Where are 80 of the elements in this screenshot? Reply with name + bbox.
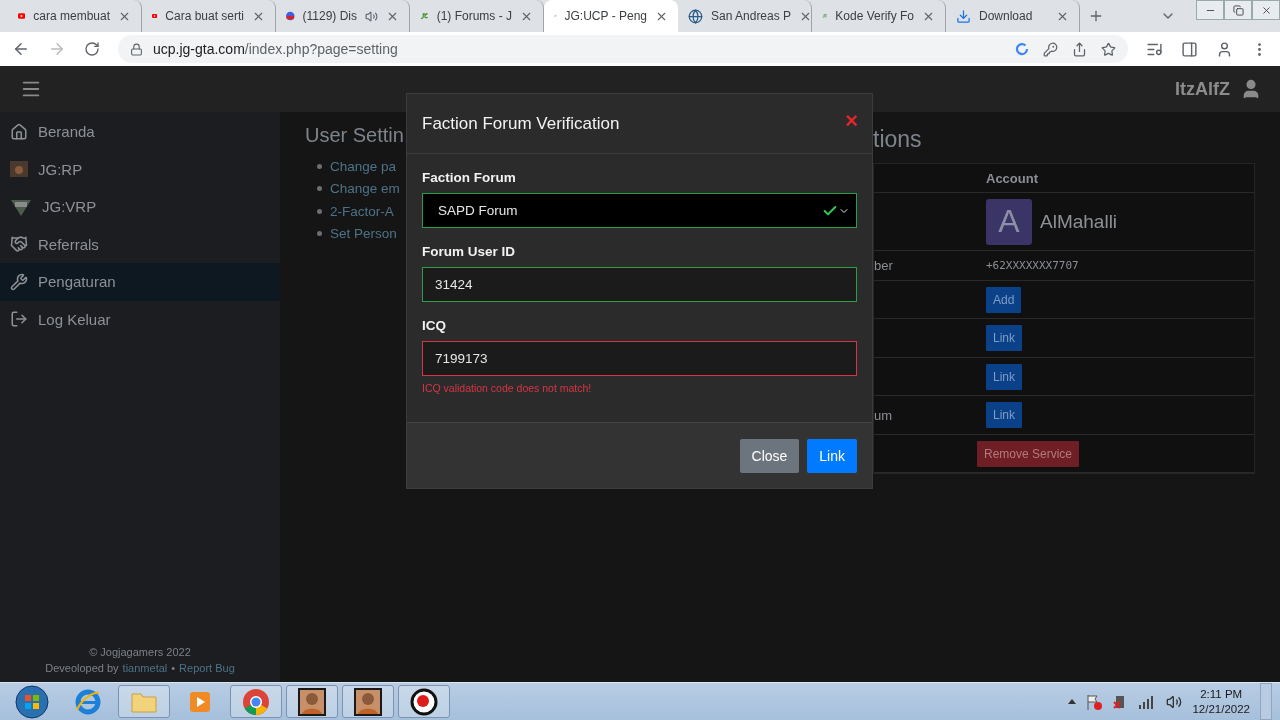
- section-heading: User Settin: [305, 124, 405, 147]
- wrench-icon: [10, 272, 28, 291]
- author-link[interactable]: tianmetal: [122, 662, 168, 674]
- url-host: ucp.jg-gta.com: [153, 41, 245, 57]
- settings-link[interactable]: Change pa: [330, 158, 397, 174]
- restore-icon[interactable]: [1224, 0, 1252, 20]
- sidebar-item[interactable]: Log Keluar: [0, 300, 280, 338]
- record-icon[interactable]: [410, 687, 438, 716]
- handshake-icon: [10, 235, 28, 254]
- bullet-icon: [317, 231, 322, 237]
- link-button[interactable]: Add: [986, 286, 1022, 313]
- address-bar[interactable]: ucp.jg-gta.com/index.php?page=setting: [118, 35, 1128, 63]
- flag-icon[interactable]: [1086, 693, 1103, 710]
- star-icon[interactable]: [1101, 41, 1116, 57]
- link-button[interactable]: Link: [986, 363, 1022, 390]
- start-icon[interactable]: [15, 684, 49, 719]
- column-header: Account: [986, 170, 1039, 186]
- reload-icon[interactable]: [84, 41, 100, 57]
- download-icon: [956, 8, 971, 24]
- sidebar-item[interactable]: Pengaturan: [0, 263, 280, 301]
- settings-link[interactable]: 2-Factor-A: [330, 203, 394, 219]
- share-icon[interactable]: [1072, 41, 1087, 57]
- lock-icon: [130, 42, 143, 56]
- settings-link[interactable]: Change em: [330, 181, 400, 197]
- field-label: Forum User ID: [422, 244, 517, 259]
- remove-service-button[interactable]: Remove Service: [977, 440, 1080, 467]
- phone-number: +62XXXXXXX7707: [986, 259, 1080, 272]
- select-field[interactable]: SAPD Forum: [422, 193, 857, 228]
- browser-tab[interactable]: JG:UCP - Peng: [544, 0, 678, 32]
- profile-icon[interactable]: [1216, 40, 1233, 58]
- link-button[interactable]: Link: [807, 438, 857, 473]
- link-button[interactable]: Link: [986, 325, 1022, 351]
- error-message: ICQ validation code does not match!: [422, 382, 593, 394]
- sidebar-item[interactable]: JG:VRP: [0, 188, 280, 226]
- browser-icon[interactable]: [74, 687, 102, 716]
- avatar: A: [986, 198, 1032, 245]
- volume-icon[interactable]: [1166, 693, 1183, 710]
- chrome-icon[interactable]: [242, 687, 270, 716]
- speaker-icon[interactable]: [365, 9, 378, 23]
- account-name: AlMahalli: [1040, 210, 1118, 233]
- bullet-icon: [317, 163, 322, 169]
- settings-link[interactable]: Set Person: [330, 226, 397, 242]
- close-button[interactable]: Close: [739, 438, 800, 473]
- clock-date: 12/21/2022: [1192, 701, 1250, 717]
- copyright-text: © Jogjagamers 2022: [89, 646, 191, 658]
- separator-dot: •: [171, 662, 176, 674]
- back-icon[interactable]: [12, 40, 30, 58]
- link-button[interactable]: Link: [986, 402, 1022, 428]
- input-field[interactable]: 31424: [422, 267, 857, 302]
- credit-text: Deveoloped by: [45, 662, 119, 674]
- side-panel-icon[interactable]: [1181, 40, 1198, 58]
- table-cell-text: ber: [874, 258, 894, 273]
- sidebar-item[interactable]: Beranda: [0, 113, 280, 151]
- section-heading: tions: [873, 126, 923, 154]
- key-icon[interactable]: [1043, 41, 1058, 57]
- bullet-icon: [317, 208, 322, 214]
- field-label: ICQ: [422, 318, 447, 333]
- globe-icon: [688, 8, 703, 24]
- sidebar-item[interactable]: JG:RP: [0, 150, 280, 188]
- home-icon: [10, 122, 28, 141]
- character-icon[interactable]: [354, 687, 382, 716]
- character-icon[interactable]: [298, 687, 326, 716]
- google-icon[interactable]: [1015, 41, 1029, 56]
- game-icon: [10, 161, 28, 178]
- media-player-icon[interactable]: [188, 689, 212, 714]
- video-play-icon: [18, 10, 26, 22]
- url-path: /index.php?page=setting: [244, 41, 398, 57]
- bullet-icon: [317, 186, 322, 192]
- close-button[interactable]: ×: [845, 108, 858, 134]
- field-label: Faction Forum: [422, 170, 517, 185]
- clock-time: 2:11 PM: [1200, 686, 1243, 702]
- logout-icon: [10, 310, 28, 329]
- username[interactable]: ItzAlfZ: [1175, 78, 1230, 100]
- sidebar-item[interactable]: Referrals: [0, 225, 280, 263]
- input-field[interactable]: 7199173: [422, 341, 857, 376]
- report-bug-link[interactable]: Report Bug: [179, 662, 235, 674]
- table-cell-text: um: [874, 407, 894, 423]
- new-tab-icon[interactable]: [1088, 8, 1104, 24]
- dialog-title: Faction Forum Verification: [422, 113, 620, 134]
- caret-up-icon[interactable]: [1068, 699, 1077, 704]
